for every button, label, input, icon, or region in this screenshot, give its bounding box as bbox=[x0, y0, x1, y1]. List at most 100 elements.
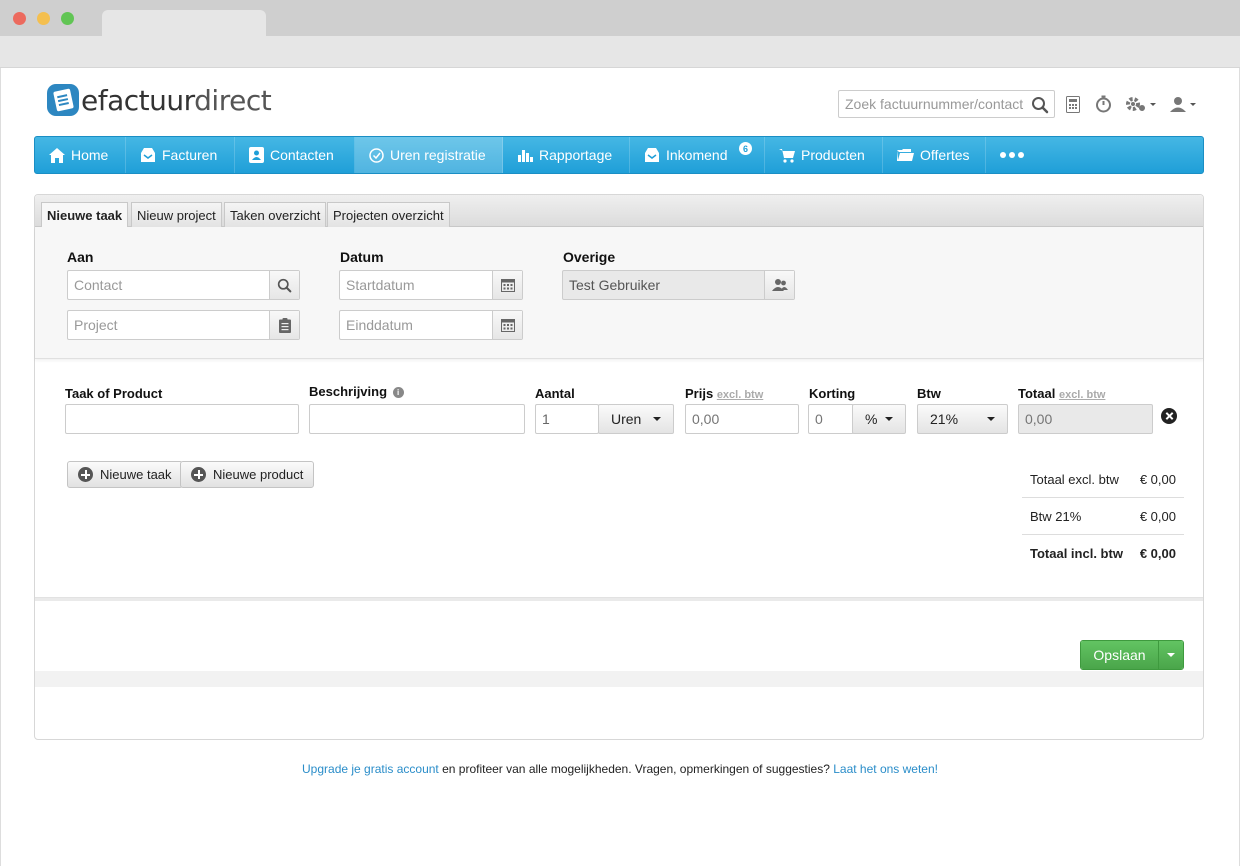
prijs-label: Prijs excl. btw bbox=[685, 386, 764, 401]
nieuwe-taak-button[interactable]: Nieuwe taak bbox=[67, 461, 183, 488]
user-field[interactable] bbox=[562, 270, 795, 300]
nav-item-contacten[interactable]: Contacten bbox=[235, 137, 355, 173]
overige-label: Overige bbox=[563, 249, 616, 265]
search-input[interactable] bbox=[839, 91, 1029, 117]
tab-bar: Nieuwe taak Nieuw project Taken overzich… bbox=[35, 195, 1203, 228]
korting-label: Korting bbox=[809, 386, 856, 401]
taak-field[interactable] bbox=[65, 404, 299, 434]
calendar-icon bbox=[500, 319, 515, 332]
calendar-icon bbox=[500, 279, 515, 292]
einddatum-input[interactable] bbox=[340, 311, 492, 339]
nieuwe-product-button[interactable]: Nieuwe product bbox=[180, 461, 315, 488]
startdatum-calendar-button[interactable] bbox=[492, 271, 522, 299]
search-box[interactable] bbox=[838, 90, 1055, 118]
logo-icon bbox=[47, 84, 79, 116]
startdatum-field[interactable] bbox=[339, 270, 523, 300]
caret-down-icon bbox=[1167, 653, 1175, 657]
totals-row: Totaal incl. btw € 0,00 bbox=[1030, 546, 1176, 561]
browser-tab[interactable] bbox=[102, 10, 266, 36]
korting-input[interactable] bbox=[809, 405, 853, 433]
prijs-input[interactable] bbox=[686, 405, 798, 433]
beschrijving-input[interactable] bbox=[310, 405, 524, 433]
btw-label: Btw bbox=[917, 386, 941, 401]
cart-icon bbox=[779, 148, 795, 163]
inbox-icon bbox=[141, 148, 155, 162]
main-navbar: Home Facturen Contacten Uren registratie… bbox=[34, 136, 1204, 174]
btw-select[interactable]: 21% bbox=[917, 404, 1008, 434]
inbox-icon bbox=[645, 148, 659, 162]
startdatum-input[interactable] bbox=[340, 271, 492, 299]
prijs-field[interactable] bbox=[685, 404, 799, 434]
aantal-field[interactable] bbox=[535, 404, 599, 434]
korting-field[interactable] bbox=[808, 404, 854, 434]
users-icon bbox=[771, 279, 788, 291]
info-icon[interactable]: i bbox=[392, 387, 404, 398]
contact-us-link[interactable]: Laat het ons weten! bbox=[833, 762, 938, 776]
upgrade-account-link[interactable]: Upgrade je gratis account bbox=[302, 762, 439, 776]
footer: Upgrade je gratis account en profiteer v… bbox=[302, 762, 938, 776]
tab-projecten-overzicht[interactable]: Projecten overzicht bbox=[327, 202, 450, 227]
clipboard-icon bbox=[278, 317, 291, 333]
totaal-field bbox=[1018, 404, 1153, 434]
totaal-input bbox=[1019, 405, 1152, 433]
einddatum-calendar-button[interactable] bbox=[492, 311, 522, 339]
stopwatch-icon[interactable] bbox=[1095, 94, 1112, 114]
search-icon bbox=[277, 278, 292, 292]
einddatum-field[interactable] bbox=[339, 310, 523, 340]
user-menu-icon[interactable] bbox=[1168, 94, 1198, 114]
project-input[interactable] bbox=[68, 311, 269, 339]
close-window-button[interactable] bbox=[13, 12, 26, 25]
bar-chart-icon bbox=[518, 150, 533, 162]
remove-line-icon[interactable] bbox=[1161, 408, 1177, 424]
taak-label: Taak of Product bbox=[65, 386, 163, 401]
prijs-excl-btw-hint[interactable]: excl. btw bbox=[717, 389, 763, 401]
tab-taken-overzicht[interactable]: Taken overzicht bbox=[224, 202, 327, 227]
totaal-excl-btw-hint[interactable]: excl. btw bbox=[1059, 389, 1105, 401]
totals-row: Totaal excl. btw € 0,00 bbox=[1022, 461, 1184, 498]
project-field[interactable] bbox=[67, 310, 300, 340]
totals-table: Totaal excl. btw € 0,00 Btw 21% € 0,00 Tot… bbox=[1022, 461, 1184, 572]
logo-text: efactuurdirect bbox=[81, 83, 272, 117]
totals-row: Btw 21% € 0,00 bbox=[1022, 498, 1184, 535]
contact-field[interactable] bbox=[67, 270, 300, 300]
nav-item-facturen[interactable]: Facturen bbox=[126, 137, 235, 173]
datum-label: Datum bbox=[340, 249, 384, 265]
home-icon bbox=[49, 147, 65, 163]
settings-gear-icon[interactable] bbox=[1125, 94, 1157, 114]
aantal-input[interactable] bbox=[536, 405, 598, 433]
browser-chrome bbox=[0, 0, 1240, 68]
korting-unit-select[interactable]: % bbox=[852, 404, 906, 434]
search-contact-button[interactable] bbox=[269, 271, 299, 299]
project-picker-button[interactable] bbox=[269, 311, 299, 339]
nav-item-home[interactable]: Home bbox=[35, 137, 126, 173]
nav-item-uren-registratie[interactable]: Uren registratie bbox=[355, 137, 503, 173]
maximize-window-button[interactable] bbox=[61, 12, 74, 25]
plus-circle-icon bbox=[78, 467, 93, 482]
user-input[interactable] bbox=[563, 271, 764, 299]
calculator-icon[interactable] bbox=[1066, 94, 1080, 114]
save-options-button[interactable] bbox=[1158, 641, 1183, 669]
caret-down-icon bbox=[987, 417, 995, 421]
select-user-button[interactable] bbox=[764, 271, 794, 299]
tab-nieuwe-taak[interactable]: Nieuwe taak bbox=[41, 202, 129, 228]
logo[interactable]: efactuurdirect bbox=[47, 83, 272, 117]
tab-nieuw-project[interactable]: Nieuw project bbox=[131, 202, 222, 227]
task-header-section: Aan Datum Overige bbox=[35, 227, 1203, 359]
plus-circle-icon bbox=[191, 467, 206, 482]
card-separator bbox=[34, 671, 1204, 687]
search-icon[interactable] bbox=[1031, 96, 1049, 114]
nav-item-rapportage[interactable]: Rapportage bbox=[503, 137, 630, 173]
taak-input[interactable] bbox=[66, 405, 298, 433]
aan-label: Aan bbox=[67, 249, 94, 265]
save-button[interactable]: Opslaan bbox=[1081, 641, 1158, 669]
nav-item-inkomend[interactable]: Inkomend 6 bbox=[630, 137, 765, 173]
nav-item-offertes[interactable]: Offertes bbox=[883, 137, 986, 173]
beschrijving-field[interactable] bbox=[309, 404, 525, 434]
nav-item-producten[interactable]: Producten bbox=[765, 137, 883, 173]
unit-select[interactable]: Uren bbox=[598, 404, 674, 434]
more-dots-icon bbox=[1000, 152, 1006, 158]
contact-input[interactable] bbox=[68, 271, 269, 299]
notification-badge: 6 bbox=[739, 142, 752, 155]
nav-more-button[interactable] bbox=[986, 137, 1038, 173]
minimize-window-button[interactable] bbox=[37, 12, 50, 25]
